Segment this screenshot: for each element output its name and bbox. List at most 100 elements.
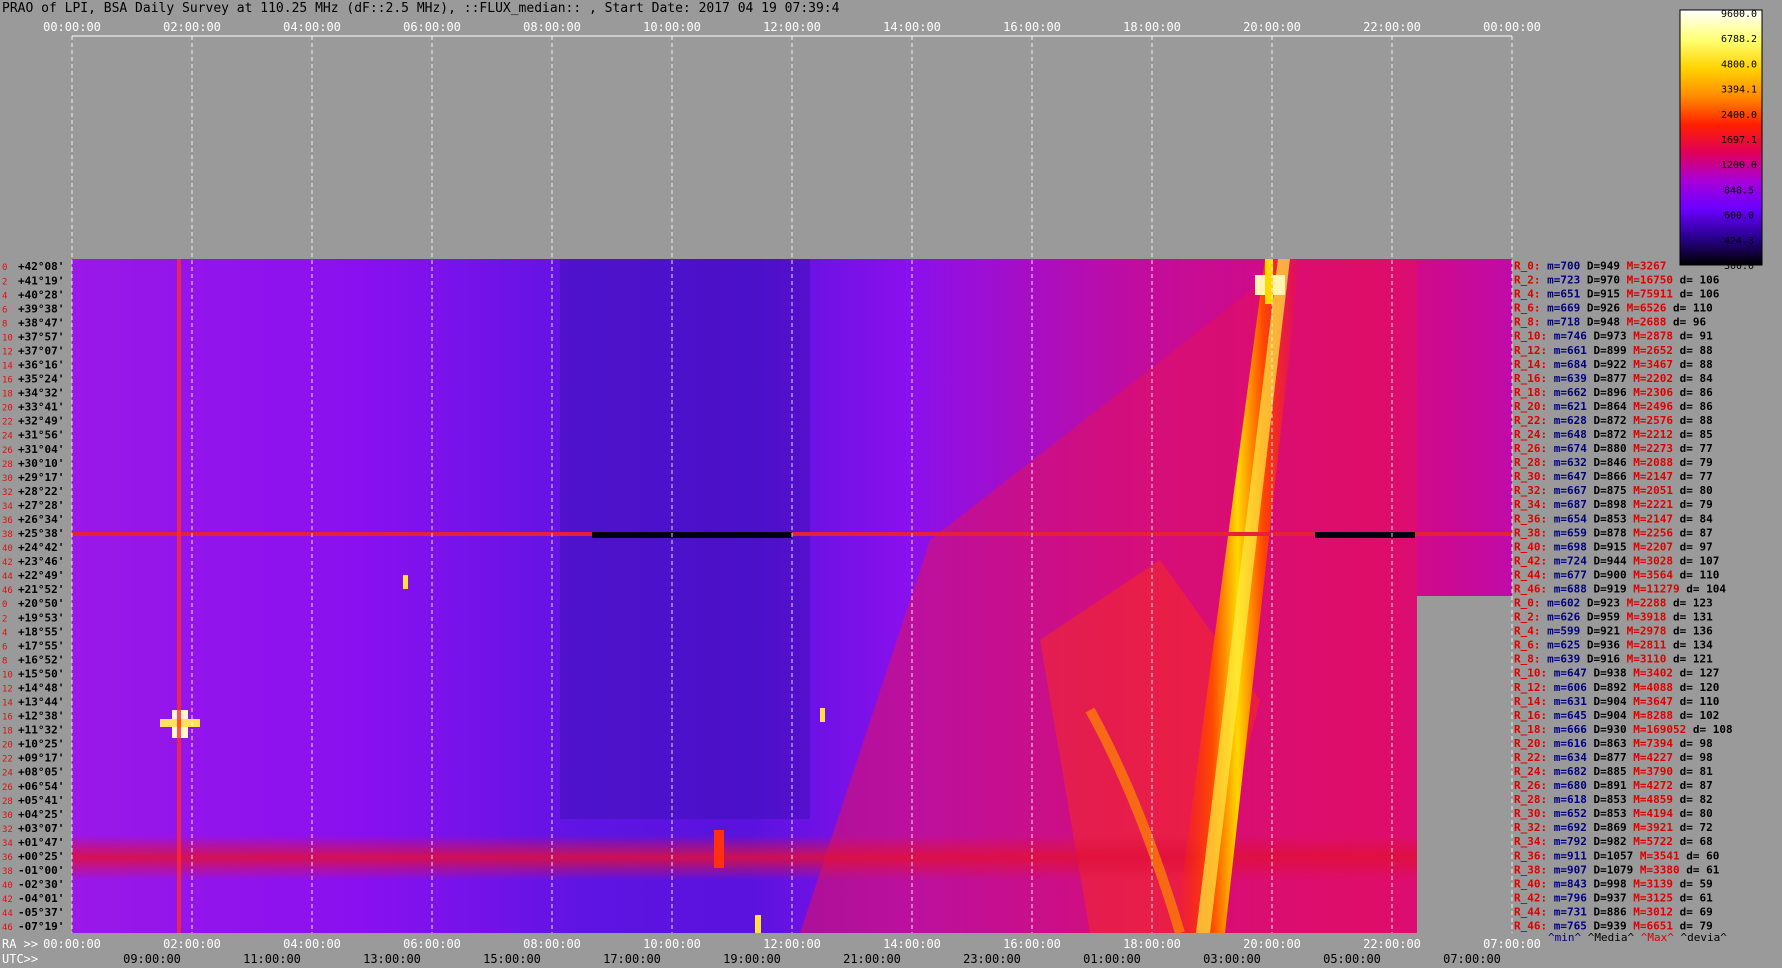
stat-max: M=3647 [1633,695,1679,708]
stat-dev: d= 96 [1673,316,1706,329]
stat-dev: d= 79 [1680,456,1713,469]
stat-min: m=645 [1554,709,1594,722]
ra-tick-label: 08:00:00 [523,937,581,951]
stat-dev: d= 68 [1680,835,1713,848]
stat-row: R_34: m=792 D=982 M=5722 d= 68 [1514,835,1713,848]
stat-min: m=700 [1547,260,1587,273]
colorbar-tick-label: 848.5 [1724,185,1754,196]
beam-index-label: 16 [2,713,13,723]
stat-beam: R_36: [1514,849,1554,862]
stat-min: m=616 [1554,737,1594,750]
stat-min: m=654 [1554,512,1594,525]
ra-axis-label: RA >> [2,937,38,951]
stat-dev: d= 110 [1680,568,1720,581]
stat-beam: R_2: [1514,611,1547,624]
stat-row: R_10: m=647 D=938 M=3402 d= 127 [1514,667,1719,680]
stat-max: M=2576 [1633,414,1679,427]
stat-beam: R_0: [1514,260,1547,273]
top-tick-label: 22:00:00 [1363,20,1421,34]
stat-beam: R_42: [1514,891,1554,904]
ra-tick-label: 12:00:00 [763,937,821,951]
top-tick-label: 16:00:00 [1003,20,1061,34]
stats-footer-item: ^Max^ [1641,931,1681,944]
beam-index-label: 8 [2,656,7,666]
source-vertical-line [177,259,181,933]
stat-max: M=2978 [1627,625,1673,638]
stat-dev: d= 88 [1680,344,1713,357]
stat-median: D=904 [1594,709,1634,722]
stat-median: D=919 [1594,582,1634,595]
utc-tick-label: 21:00:00 [843,952,901,966]
stat-dev: d= 80 [1680,807,1713,820]
ra-tick-label: 06:00:00 [403,937,461,951]
beam-index-label: 36 [2,853,13,863]
stat-min: m=682 [1554,765,1594,778]
dec-label: +31°56' [18,429,64,442]
dec-label: +14°48' [18,681,64,694]
stat-min: m=628 [1554,414,1594,427]
stat-max: M=2051 [1633,484,1679,497]
utc-tick-label: 13:00:00 [363,952,421,966]
stat-row: R_6: m=625 D=936 M=2811 d= 134 [1514,639,1713,652]
stat-min: m=648 [1554,428,1594,441]
stat-row: R_38: m=907 D=1079 M=3380 d= 61 [1514,863,1720,876]
stat-max: M=4194 [1633,807,1679,820]
ra-tick-label: 18:00:00 [1123,937,1181,951]
stat-row: R_44: m=677 D=900 M=3564 d= 110 [1514,568,1719,581]
stat-beam: R_12: [1514,344,1554,357]
stat-min: m=662 [1554,386,1594,399]
stat-median: D=846 [1594,456,1634,469]
stat-min: m=692 [1554,821,1594,834]
top-tick-label: 06:00:00 [403,20,461,34]
stat-row: R_14: m=684 D=922 M=3467 d= 88 [1514,358,1713,371]
beam-index-label: 18 [2,390,13,400]
stat-dev: d= 61 [1680,891,1713,904]
stat-beam: R_18: [1514,723,1554,736]
stat-median: D=921 [1587,625,1627,638]
stat-min: m=680 [1554,779,1594,792]
stat-max: M=3380 [1640,863,1686,876]
stat-min: m=639 [1547,653,1587,666]
stat-dev: d= 72 [1680,821,1713,834]
top-tick-label: 00:00:00 [1483,20,1541,34]
stat-row: R_12: m=606 D=892 M=4088 d= 120 [1514,681,1719,694]
stat-dev: d= 104 [1686,582,1726,595]
stat-row: R_46: m=688 D=919 M=11279 d= 104 [1514,582,1726,595]
stat-max: M=169052 [1633,723,1693,736]
beam-index-label: 12 [2,684,13,694]
stat-dev: d= 106 [1680,274,1720,287]
dec-label: +13°44' [18,696,64,709]
stat-median: D=944 [1594,554,1634,567]
stat-dev: d= 84 [1680,512,1713,525]
ra-tick-label: 07:00:00 [1483,937,1541,951]
stat-row: R_20: m=616 D=863 M=7394 d= 98 [1514,737,1713,750]
dec-label: -02°30' [18,878,64,891]
dec-label: +00°25' [18,850,64,863]
dec-label: +19°53' [18,611,64,624]
stat-max: M=3012 [1633,905,1679,918]
stat-max: M=3918 [1627,611,1673,624]
stat-median: D=936 [1587,639,1627,652]
utc-tick-label: 17:00:00 [603,952,661,966]
stat-max: M=16750 [1627,274,1680,287]
stat-min: m=639 [1554,372,1594,385]
stat-row: R_42: m=724 D=944 M=3028 d= 107 [1514,554,1719,567]
beam-index-label: 2 [2,277,7,287]
beam-index-label: 40 [2,881,13,891]
beam-index-label: 34 [2,839,13,849]
stat-median: D=872 [1594,414,1634,427]
ra-tick-label: 02:00:00 [163,937,221,951]
stat-min: m=907 [1554,863,1594,876]
dec-label: +38°47' [18,316,64,329]
stat-median: D=896 [1594,386,1634,399]
colorbar-tick-label: 424.3 [1724,236,1754,247]
beam-index-label: 28 [2,797,13,807]
stat-min: m=634 [1554,751,1594,764]
beam-index-label: 30 [2,474,13,484]
stat-max: M=2306 [1633,386,1679,399]
stat-max: M=2207 [1633,540,1679,553]
stat-beam: R_16: [1514,709,1554,722]
utc-tick-label: 07:00:00 [1443,952,1501,966]
stat-beam: R_40: [1514,877,1554,890]
stat-beam: R_10: [1514,330,1554,343]
